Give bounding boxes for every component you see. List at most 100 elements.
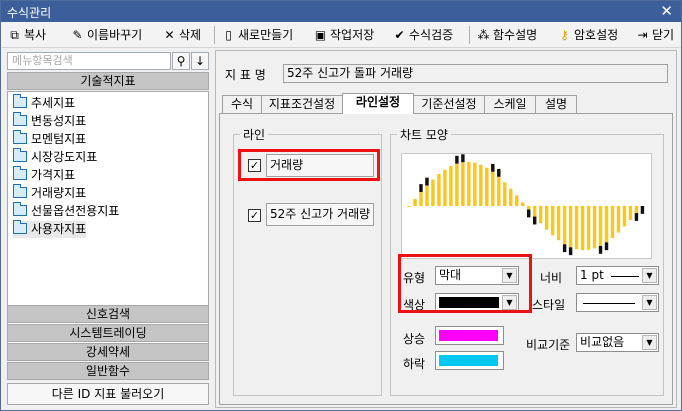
preview-bar xyxy=(419,191,423,206)
toolbar: ⧉ 복사 ✎ 이름바꾸기 ✕ 삭제 ▯ 새로만들기 ▣ 작업저장 ✔ 수식검증 ⁂ 함수설명 … xyxy=(1,22,681,48)
tree-item-label: 추세지표 xyxy=(31,96,76,110)
password-label: 암호설정 xyxy=(574,28,619,42)
preview-bar xyxy=(431,179,435,206)
width-label: 너비 xyxy=(540,271,563,285)
tree-item[interactable]: 가격지표 xyxy=(13,166,76,184)
section-signal-search[interactable]: 신호검색 xyxy=(7,305,209,323)
preview-bar xyxy=(461,162,465,206)
verify-label: 수식검증 xyxy=(409,28,454,42)
save-button[interactable]: ▣ 작업저장 xyxy=(313,25,374,45)
section-strength[interactable]: 강세약세 xyxy=(7,343,209,361)
search-down-button[interactable]: ↓ xyxy=(191,52,209,70)
tab-description[interactable]: 설명 xyxy=(535,95,577,113)
tree-item[interactable]: 모멘텀지표 xyxy=(13,130,87,148)
tree-item[interactable]: 추세지표 xyxy=(13,94,76,112)
tree-item-selected[interactable]: 사용자지표 xyxy=(13,220,87,238)
preview-bar-dark xyxy=(634,213,639,221)
load-other-id-button[interactable]: 다른 ID 지표 불러오기 xyxy=(7,383,209,405)
preview-bar xyxy=(509,188,513,206)
tab-formula[interactable]: 수식 xyxy=(222,95,262,113)
up-color-select[interactable] xyxy=(435,326,504,345)
preview-bar xyxy=(562,206,567,245)
copy-icon: ⧉ xyxy=(10,28,19,42)
copy-button[interactable]: ⧉ 복사 xyxy=(7,25,46,45)
down-color-select[interactable] xyxy=(435,351,504,370)
style-select[interactable]: ▼ xyxy=(576,293,659,312)
preview-bar-dark xyxy=(526,209,531,218)
delete-label: 삭제 xyxy=(179,28,202,42)
compare-select[interactable]: 비교없음 ▼ xyxy=(576,333,659,352)
toolbar-separator xyxy=(214,26,215,44)
preview-bar xyxy=(550,206,555,236)
line-2-label[interactable]: 52주 신고가 거래량 xyxy=(266,203,374,226)
tree-item[interactable]: 시장강도지표 xyxy=(13,148,98,166)
preview-bar xyxy=(455,163,459,206)
tree-item-label: 시장강도지표 xyxy=(31,150,98,164)
new-button[interactable]: ▯ 새로만들기 xyxy=(221,25,293,45)
preview-bar xyxy=(473,162,477,206)
preview-bar-dark xyxy=(455,155,459,164)
compare-value: 비교없음 xyxy=(580,335,625,349)
title-bar: 수식관리 ✕ xyxy=(1,1,681,22)
password-button[interactable]: ⚷ 암호설정 xyxy=(557,25,618,45)
tree-item-label: 모멘텀지표 xyxy=(31,132,87,146)
close-icon[interactable]: ✕ xyxy=(660,2,673,20)
copy-label: 복사 xyxy=(24,28,47,42)
rename-icon: ✎ xyxy=(72,28,83,42)
preview-bar xyxy=(592,206,597,249)
preview-bar xyxy=(634,206,639,214)
tab-line-settings[interactable]: 라인설정 xyxy=(342,93,414,114)
preview-bar xyxy=(586,206,591,250)
preview-bar xyxy=(449,166,453,206)
search-button[interactable]: ⚲ xyxy=(172,52,190,70)
highlight-box xyxy=(398,254,532,313)
preview-bar xyxy=(574,206,579,250)
chart-preview xyxy=(401,153,652,259)
preview-bar xyxy=(479,164,483,206)
folder-icon xyxy=(13,202,27,216)
close-button[interactable]: ⇥ 닫기 xyxy=(635,25,674,45)
chevron-down-icon: ▼ xyxy=(642,335,657,350)
verify-button[interactable]: ✔ 수식검증 xyxy=(392,25,453,45)
tree-item[interactable]: 거래량지표 xyxy=(13,184,86,202)
search-icon: ⚲ xyxy=(176,54,186,68)
line-2-checkbox[interactable]: ✓ xyxy=(248,209,261,222)
toolbar-separator xyxy=(469,26,470,44)
tab-scale[interactable]: 스케일 xyxy=(484,95,536,113)
folder-icon xyxy=(13,94,27,108)
line-sample xyxy=(611,276,639,277)
delete-button[interactable]: ✕ 삭제 xyxy=(162,25,201,45)
tab-baseline[interactable]: 기준선설정 xyxy=(413,95,485,113)
function-help-button[interactable]: ⁂ 함수설명 xyxy=(476,25,538,45)
tab-condition[interactable]: 지표조건설정 xyxy=(261,95,343,113)
preview-bar xyxy=(443,169,447,206)
tree-item[interactable]: 선물옵션전용지표 xyxy=(13,202,120,220)
new-label: 새로만들기 xyxy=(238,28,294,42)
line-group-title: 라인 xyxy=(240,126,269,143)
search-input[interactable]: 메뉴항목검색 xyxy=(7,52,171,70)
compare-label: 비교기준 xyxy=(526,338,571,352)
preview-bar xyxy=(437,174,441,206)
close-label: 닫기 xyxy=(652,28,675,42)
delete-icon: ✕ xyxy=(164,28,175,42)
preview-bar xyxy=(556,206,561,241)
style-label: 스타일 xyxy=(532,298,566,312)
category-header[interactable]: 기술적지표 xyxy=(7,72,209,90)
preview-bar-dark xyxy=(419,184,423,192)
width-select[interactable]: 1 pt ▼ xyxy=(576,266,659,285)
down-label: 하락 xyxy=(403,357,426,371)
preview-bar-dark xyxy=(562,244,567,253)
section-general-functions[interactable]: 일반함수 xyxy=(7,362,209,380)
up-color-swatch xyxy=(439,330,498,341)
tree-item[interactable]: 변동성지표 xyxy=(13,112,86,130)
rename-button[interactable]: ✎ 이름바꾸기 xyxy=(70,25,142,45)
tree-item-label: 가격지표 xyxy=(31,168,76,182)
preview-bar-dark xyxy=(491,163,495,172)
indicator-name-field[interactable]: 52주 신고가 돌파 거래량 xyxy=(283,64,668,83)
section-system-trading[interactable]: 시스템트레이딩 xyxy=(7,324,209,342)
preview-bar xyxy=(568,206,573,248)
preview-bar-dark xyxy=(497,168,501,177)
preview-bar-dark xyxy=(640,206,645,214)
tree-item-label: 선물옵션전용지표 xyxy=(31,204,120,218)
preview-bar xyxy=(598,206,603,246)
